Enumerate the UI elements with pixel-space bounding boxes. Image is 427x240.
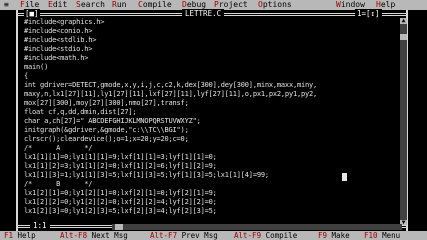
- code-line: #include<stdio.h>: [24, 45, 93, 53]
- code-area[interactable]: #include<graphics.h> #include<conio.h> #in…: [24, 18, 399, 222]
- status-compile[interactable]: Alt-F9 Compile: [234, 231, 297, 240]
- menu-compile[interactable]: Compile: [138, 0, 172, 10]
- code-line: lx1[1][2]=3;ly1[1][2]=0;lxf[1][2]=6;lyf[…: [24, 162, 217, 170]
- status-make[interactable]: F9 Make: [318, 231, 350, 240]
- text-cursor: [342, 173, 347, 181]
- code-line: {: [24, 72, 29, 80]
- code-line: #include<math.h>: [24, 54, 89, 62]
- close-box-icon[interactable]: [■]: [24, 9, 40, 18]
- menu-edit[interactable]: Edit: [48, 0, 67, 10]
- code-line: float cf,q,dd,dmin,dist[27];: [24, 108, 137, 116]
- menu-search[interactable]: Search: [76, 0, 105, 10]
- code-line: #include<graphics.h>: [24, 18, 105, 26]
- code-line: #include<conio.h>: [24, 27, 93, 35]
- scroll-up-arrow-icon[interactable]: ▲: [400, 18, 407, 24]
- code-line: #include<stdlib.h>: [24, 36, 97, 44]
- code-line: mox[27][300],moy[27][300],nmo[27],transf…: [24, 99, 189, 107]
- status-bar: F1 Help Alt-F8 Next Msg Alt-F7 Prev Msg …: [0, 231, 427, 240]
- code-line: lx1[2][1]=0;ly1[2][1]=0;lxf[2][1]=0;lyf[…: [24, 189, 217, 197]
- menu-options[interactable]: Options: [258, 0, 292, 10]
- window-number-zoom[interactable]: 1=[↕]: [355, 9, 382, 18]
- code-line: lx1[1][1]=0;ly1[1][1]=9;lxf[1][1]=3;lyf[…: [24, 153, 217, 161]
- code-line: maxy,n,lx1[27][11],ly1[27][11],lxf[27][1…: [24, 90, 318, 98]
- code-line: char a,ch[27]=" ABCDEFGHIJKLMNOPQRSTUVWX…: [24, 117, 201, 125]
- menu-run[interactable]: Run: [112, 0, 126, 10]
- code-line: main(): [24, 63, 49, 71]
- cursor-position: 1:1: [30, 221, 50, 230]
- horizontal-scroll-thumb[interactable]: [115, 224, 123, 230]
- status-menu[interactable]: F10 Menu: [364, 231, 400, 240]
- vertical-scroll-thumb[interactable]: [400, 34, 407, 40]
- code-line: lx1[2][2]=0;ly1[2][2]=0;lxf[2][2]=4;lyf[…: [24, 198, 217, 206]
- horizontal-scrollbar[interactable]: [112, 224, 402, 230]
- code-line: /* B */: [24, 180, 93, 188]
- code-line: /* A */: [24, 144, 93, 152]
- window-title: LETTRE.C: [182, 9, 225, 18]
- status-help[interactable]: F1 Help: [4, 231, 36, 240]
- code-line: initgraph(&gdriver,&gmode,"c:\\TC\\BGI")…: [24, 126, 189, 134]
- menu-system[interactable]: ≡: [4, 0, 9, 10]
- code-line: lx1[2][3]=0;ly1[2][3]=5;lxf[2][3]=4;lyf[…: [24, 207, 217, 215]
- vertical-scrollbar[interactable]: ▲ ▼: [400, 18, 407, 226]
- code-line: clrscr();cleardevice();o=1;x=20;y=20;c=0…: [24, 135, 189, 143]
- code-line: int gdriver=DETECT,gmode,x,y,i,j,c,c2,k,…: [24, 81, 318, 89]
- status-prev-msg[interactable]: Alt-F7 Prev Msg: [150, 231, 218, 240]
- status-next-msg[interactable]: Alt-F8 Next Msg: [60, 231, 128, 240]
